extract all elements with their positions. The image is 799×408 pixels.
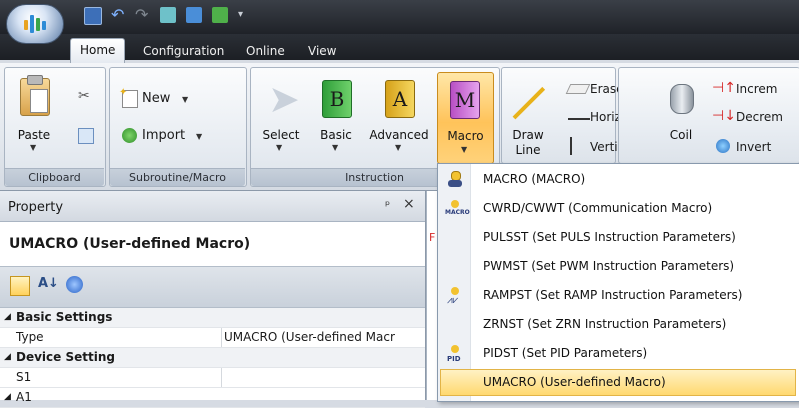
comm-macro-icon: MACRO xyxy=(445,200,470,218)
decrement-button[interactable]: Decrem xyxy=(736,110,783,124)
property-value: UMACRO (User-defined Macr xyxy=(224,330,395,344)
advanced-dropdown-arrow-icon[interactable]: ▼ xyxy=(395,143,401,152)
draw-line-label-1: Draw xyxy=(512,128,544,142)
advanced-instruction-icon: A xyxy=(385,80,415,118)
new-icon: ✦ xyxy=(119,87,138,108)
copy-icon[interactable] xyxy=(78,128,94,144)
collapse-arrow-icon[interactable]: ◢ xyxy=(4,388,11,407)
quick-access-tool-3-icon[interactable] xyxy=(212,7,228,23)
customize-toolbar-chevron-icon[interactable]: ▾ xyxy=(238,9,243,20)
macro-instruction-icon: M xyxy=(450,81,480,119)
comm-macro-icon-text: MACRO xyxy=(445,209,470,216)
menu-item-pidst[interactable]: PID PIDST (Set PID Parameters) xyxy=(439,339,797,368)
property-name: S1 xyxy=(16,370,32,384)
new-dropdown-arrow-icon[interactable]: ▼ xyxy=(182,95,188,104)
property-panel-title: Property xyxy=(8,200,64,215)
tab-online[interactable]: Online xyxy=(237,40,294,62)
coil-icon xyxy=(670,84,694,114)
macro-button[interactable]: M Macro ▼ xyxy=(437,72,494,164)
quick-access-tool-2-icon[interactable] xyxy=(186,7,202,23)
alphabetical-sort-icon[interactable]: A↓ xyxy=(38,276,59,291)
ramp-icon: ⩘⩗ xyxy=(447,287,465,306)
vertical-line-icon xyxy=(570,137,572,155)
menu-item-rampst[interactable]: ⩘⩗ RAMPST (Set RAMP Instruction Paramete… xyxy=(439,281,797,310)
categorized-view-icon[interactable] xyxy=(10,276,30,296)
property-row-s1[interactable]: S1 xyxy=(0,368,425,388)
menu-item-label: CWRD/CWWT (Communication Macro) xyxy=(483,201,713,215)
paste-button[interactable]: Paste xyxy=(14,128,54,142)
paste-dropdown-arrow-icon[interactable]: ▼ xyxy=(30,143,36,152)
collapse-arrow-icon[interactable]: ◢ xyxy=(4,308,11,327)
save-icon[interactable] xyxy=(84,7,102,25)
tab-home[interactable]: Home xyxy=(70,38,126,64)
select-pointer-icon: ➤ xyxy=(268,77,300,121)
property-row-a1[interactable]: ◢ A1 xyxy=(0,388,425,408)
pin-icon[interactable]: ᵖ xyxy=(385,198,390,212)
undo-icon[interactable]: ↶ xyxy=(111,5,124,24)
basic-dropdown-arrow-icon[interactable]: ▼ xyxy=(332,143,338,152)
property-pages-icon[interactable] xyxy=(66,276,83,293)
property-row-type[interactable]: Type UMACRO (User-defined Macr xyxy=(0,328,425,348)
horizontal-line-icon xyxy=(568,118,590,120)
decrement-icon: ⊣↓ xyxy=(712,108,736,124)
menu-item-label: MACRO (MACRO) xyxy=(483,172,586,186)
select-dropdown-arrow-icon[interactable]: ▼ xyxy=(276,143,282,152)
menu-item-label: ZRNST (Set ZRN Instruction Parameters) xyxy=(483,317,727,331)
menu-item-macro[interactable]: MACRO (MACRO) xyxy=(439,165,797,194)
redo-icon[interactable]: ↷ xyxy=(135,5,148,24)
cut-icon[interactable]: ✂ xyxy=(78,88,90,104)
menu-item-label: RAMPST (Set RAMP Instruction Parameters) xyxy=(483,288,743,302)
import-dropdown-arrow-icon[interactable]: ▼ xyxy=(196,132,202,141)
property-name: Type xyxy=(16,330,44,344)
macro-dropdown-menu: MACRO (MACRO) MACRO CWRD/CWWT (Communica… xyxy=(437,163,799,402)
menu-item-pwmst[interactable]: PWMST (Set PWM Instruction Parameters) xyxy=(439,252,797,281)
property-category-device-setting[interactable]: ◢ Device Setting xyxy=(0,348,425,368)
menu-item-zrnst[interactable]: ZRNST (Set ZRN Instruction Parameters) xyxy=(439,310,797,339)
menu-item-umacro[interactable]: UMACRO (User-defined Macro) xyxy=(440,369,796,396)
property-toolbar xyxy=(0,266,425,308)
new-button[interactable]: New xyxy=(142,91,170,106)
menu-item-label: PULSST (Set PULS Instruction Parameters) xyxy=(483,230,736,244)
macro-dropdown-arrow-icon: ▼ xyxy=(461,145,468,154)
pid-icon-text: PID xyxy=(447,355,461,363)
collapse-arrow-icon[interactable]: ◢ xyxy=(4,348,11,367)
category-label: Device Setting xyxy=(16,350,115,364)
category-label: Basic Settings xyxy=(16,310,113,324)
draw-line-label-2: Line xyxy=(515,143,541,157)
increment-icon: ⊣↑ xyxy=(712,80,736,96)
selected-object-name: UMACRO (User-defined Macro) xyxy=(9,236,251,252)
property-category-basic-settings[interactable]: ◢ Basic Settings xyxy=(0,308,425,328)
menu-item-cwrd-cwwt[interactable]: MACRO CWRD/CWWT (Communication Macro) xyxy=(439,194,797,223)
import-icon xyxy=(122,128,137,143)
macro-button-label: Macro xyxy=(447,129,484,143)
property-panel-header xyxy=(0,191,425,222)
invert-button[interactable]: Invert xyxy=(736,140,771,154)
basic-button[interactable]: Basic xyxy=(314,128,358,142)
quick-access-tool-1-icon[interactable] xyxy=(160,7,176,23)
increment-button[interactable]: Increm xyxy=(736,82,777,96)
close-panel-button[interactable]: × xyxy=(403,196,415,212)
property-name: A1 xyxy=(16,390,32,404)
paste-icon xyxy=(20,75,50,116)
coil-button[interactable]: Coil xyxy=(664,128,698,142)
advanced-button[interactable]: Advanced xyxy=(366,128,432,142)
invert-icon xyxy=(716,139,730,153)
select-button[interactable]: Select xyxy=(258,128,304,142)
pid-icon: PID xyxy=(447,345,465,363)
tab-view[interactable]: View xyxy=(299,40,345,62)
application-menu-button[interactable] xyxy=(6,4,64,44)
app-logo-icon xyxy=(24,15,46,33)
clipboard-group-label: Clipboard xyxy=(5,168,104,186)
macro-icon xyxy=(447,171,465,189)
basic-instruction-icon: B xyxy=(322,80,352,118)
tab-configuration[interactable]: Configuration xyxy=(134,40,233,62)
draw-line-button[interactable]: Draw Line xyxy=(508,128,548,158)
menu-item-label: PWMST (Set PWM Instruction Parameters) xyxy=(483,259,735,273)
menu-item-label: PIDST (Set PID Parameters) xyxy=(483,346,648,360)
import-button[interactable]: Import xyxy=(142,128,185,143)
menu-item-pulsst[interactable]: PULSST (Set PULS Instruction Parameters) xyxy=(439,223,797,252)
subroutine-macro-group-label: Subroutine/Macro xyxy=(110,168,245,186)
menu-item-label: UMACRO (User-defined Macro) xyxy=(483,375,666,389)
